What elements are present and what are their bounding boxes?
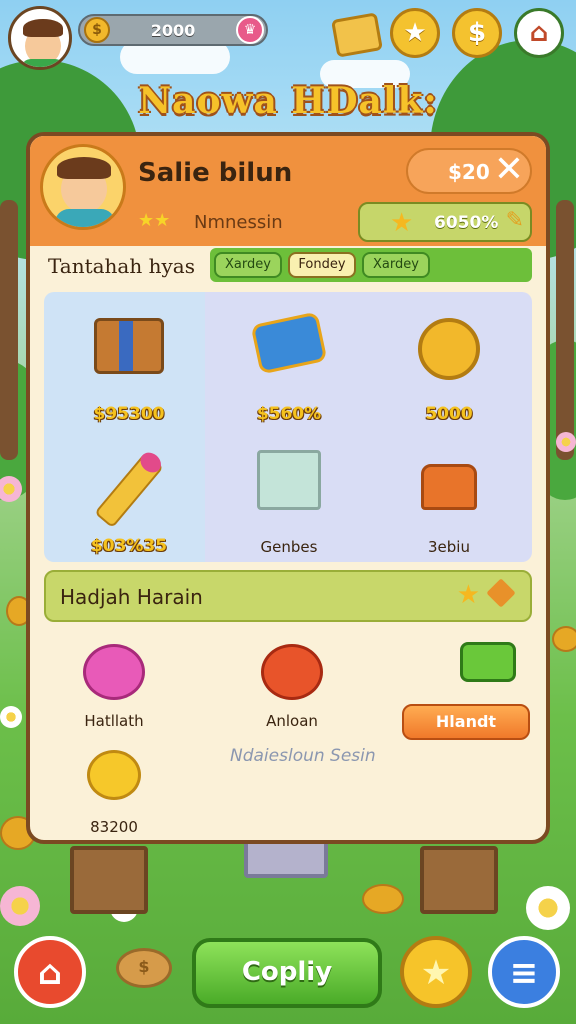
buy-button[interactable]: Hlandt — [402, 704, 530, 740]
coin-icon: $ — [138, 957, 150, 976]
chair-icon — [421, 464, 477, 510]
coin-icon: $ — [84, 17, 110, 43]
tab-1[interactable]: Xardey — [214, 252, 282, 278]
item-grid: $95300 $560% 5000 $03%35 Genbes 3ebiu — [44, 292, 532, 562]
shop-icon: ⌂ — [529, 18, 549, 48]
section-item[interactable]: Hatllath — [44, 630, 184, 730]
grid-item[interactable]: $03%35 — [54, 430, 204, 560]
grid-item[interactable]: $560% — [214, 298, 364, 428]
gem-icon[interactable]: ♛ — [236, 16, 264, 44]
panel-header: Salie bilun ★★ Nmnessin $20 ✕ ★ 6050% ✎ — [30, 136, 546, 246]
section-item[interactable]: Anloan — [222, 630, 362, 730]
star-icon: ★ — [403, 18, 427, 48]
grid-item[interactable]: Genbes — [214, 430, 364, 560]
star-icon: ★ — [456, 580, 480, 610]
tab-3[interactable]: Xardey — [362, 252, 430, 278]
wand-icon: ✎ — [505, 208, 524, 233]
sun-coin-icon — [87, 750, 141, 800]
player-avatar[interactable] — [8, 6, 72, 70]
main-action-button[interactable]: Copliy — [192, 938, 382, 1008]
section-item[interactable] — [418, 630, 546, 694]
grid-item[interactable]: 3ebiu — [374, 430, 524, 560]
dollar-icon: $ — [467, 18, 487, 48]
leaf-gem-icon — [460, 642, 516, 682]
menu-button[interactable]: ≡ — [488, 936, 560, 1008]
player-name: Salie bilun — [138, 158, 293, 188]
shop-button[interactable]: ⌂ — [514, 8, 564, 58]
section-item[interactable]: 83200 — [44, 736, 184, 836]
star-button[interactable]: ★ — [390, 8, 440, 58]
close-button[interactable]: ✕ — [486, 148, 532, 194]
home-icon: ⌂ — [37, 953, 63, 993]
note-text: Ndaiesloun Sesin — [230, 746, 376, 766]
dollar-button[interactable]: $ — [452, 8, 502, 58]
chest-icon — [94, 318, 164, 374]
ticket-icon — [250, 311, 328, 375]
star-icon: ★ — [390, 208, 414, 238]
hero-portrait — [40, 144, 126, 230]
price-value: $20 — [448, 160, 490, 184]
scroll-icon[interactable] — [331, 12, 383, 58]
menu-icon: ≡ — [509, 953, 539, 993]
coin-amount: 2000 — [150, 21, 196, 40]
grid-item[interactable]: $95300 — [54, 298, 204, 428]
gold-coin-icon — [418, 318, 480, 380]
coin-button[interactable]: $ — [116, 948, 172, 988]
bonus-pill: ★ 6050% ✎ — [358, 202, 532, 242]
tomato-icon — [261, 644, 323, 700]
berry-icon — [83, 644, 145, 700]
tabs-title: Tantahah hyas — [48, 254, 195, 278]
star-icon: ★ — [420, 953, 452, 993]
grid-item[interactable]: 5000 — [374, 298, 524, 428]
coin-balance: $ 2000 ♛ — [78, 14, 268, 46]
game-title: Naowa HDalk: — [138, 80, 438, 122]
shop-panel: Salie bilun ★★ Nmnessin $20 ✕ ★ 6050% ✎ … — [26, 132, 550, 844]
player-rank: Nmnessin — [194, 212, 283, 233]
section-items: Hatllath Anloan Hlandt Ndaiesloun Sesin … — [44, 630, 532, 836]
section-title: Hadjah Harain — [60, 585, 203, 609]
gem-icon — [486, 578, 516, 608]
home-button[interactable]: ⌂ — [14, 936, 86, 1008]
wand-icon — [94, 448, 165, 529]
crystal-box-icon — [257, 450, 321, 510]
tab-2[interactable]: Fondey — [288, 252, 356, 278]
bonus-value: 6050% — [434, 213, 499, 233]
star-button[interactable]: ★ — [400, 936, 472, 1008]
tabs-row: Tantahah hyas Xardey Fondey Xardey — [30, 248, 546, 284]
section-header: Hadjah Harain ★ — [44, 570, 532, 622]
